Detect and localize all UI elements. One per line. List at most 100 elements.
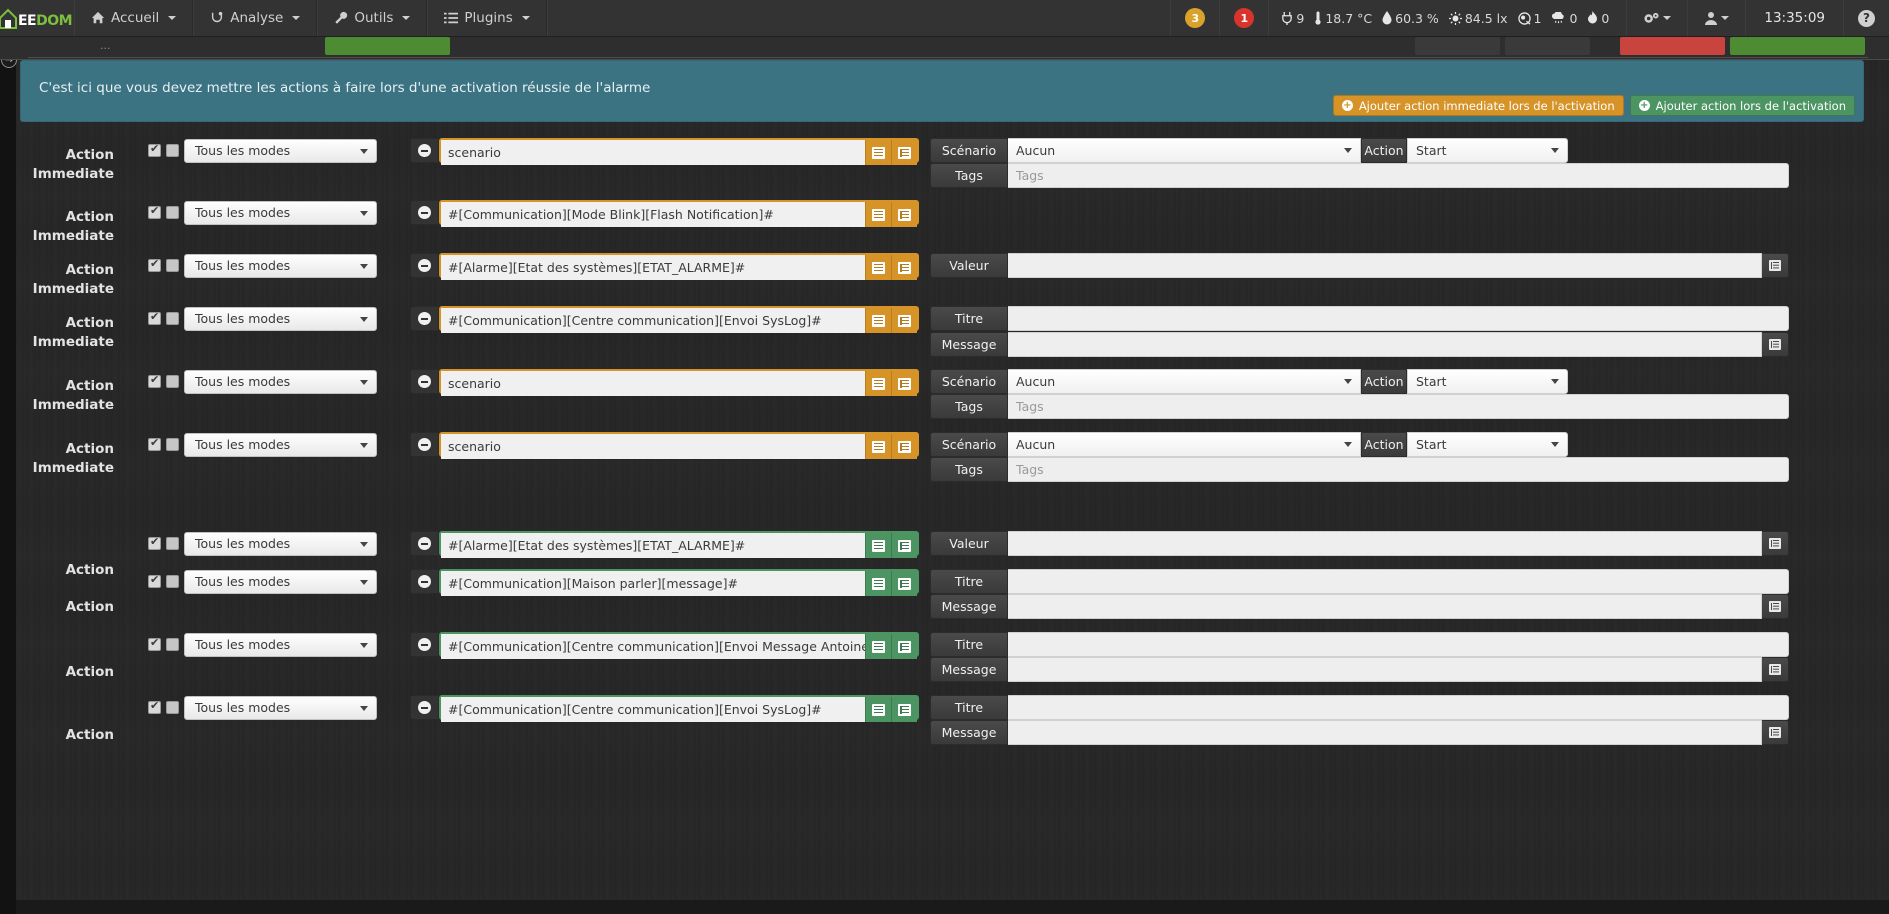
- row-enable-checkbox[interactable]: [148, 204, 161, 219]
- message-input[interactable]: [1008, 657, 1762, 682]
- row-enable-checkbox[interactable]: [148, 573, 161, 588]
- valeur-picker-button[interactable]: [1762, 531, 1789, 556]
- row-secondary-checkbox[interactable]: [166, 638, 179, 651]
- message-input[interactable]: [1008, 720, 1762, 745]
- mode-select[interactable]: Tous les modes: [184, 633, 377, 657]
- expression-list-button[interactable]: [891, 371, 917, 396]
- remove-action-button[interactable]: [410, 200, 439, 225]
- settings-menu[interactable]: [1626, 0, 1687, 36]
- scenario-select[interactable]: Aucun: [1008, 369, 1361, 394]
- expression-input[interactable]: [441, 634, 865, 659]
- expression-input[interactable]: [441, 571, 865, 596]
- scenario-select[interactable]: Aucun: [1008, 138, 1361, 163]
- row-enable-checkbox[interactable]: [148, 636, 161, 651]
- row-enable-checkbox[interactable]: [148, 142, 161, 157]
- scenario-action-button[interactable]: Action: [1361, 138, 1407, 163]
- expression-list-button[interactable]: [891, 308, 917, 333]
- message-picker-button[interactable]: [1762, 332, 1789, 357]
- remove-action-button[interactable]: [410, 569, 439, 594]
- expression-list-button[interactable]: [891, 255, 917, 280]
- row-secondary-checkbox[interactable]: [166, 312, 179, 325]
- expression-picker-button[interactable]: [865, 533, 891, 558]
- expression-input[interactable]: [441, 533, 865, 558]
- mode-select[interactable]: Tous les modes: [184, 139, 377, 163]
- scenario-action-select[interactable]: Start: [1407, 138, 1568, 163]
- toolbar-apply-button[interactable]: [1730, 37, 1865, 55]
- titre-input[interactable]: [1008, 632, 1789, 657]
- remove-action-button[interactable]: [410, 632, 439, 657]
- tags-input[interactable]: [1008, 394, 1789, 419]
- expression-input[interactable]: [441, 140, 865, 165]
- expression-picker-button[interactable]: [865, 634, 891, 659]
- error-badge[interactable]: 1: [1234, 8, 1255, 28]
- expression-list-button[interactable]: [891, 571, 917, 596]
- mode-select[interactable]: Tous les modes: [184, 307, 377, 331]
- brand-logo[interactable]: EEDOM: [0, 0, 74, 36]
- scenario-action-button[interactable]: Action: [1361, 369, 1407, 394]
- message-picker-button[interactable]: [1762, 594, 1789, 619]
- help-button[interactable]: ?: [1843, 0, 1889, 36]
- valeur-input[interactable]: [1008, 531, 1762, 556]
- valeur-input[interactable]: [1008, 253, 1762, 278]
- mode-select[interactable]: Tous les modes: [184, 201, 377, 225]
- expression-picker-button[interactable]: [865, 255, 891, 280]
- row-secondary-checkbox[interactable]: [166, 701, 179, 714]
- warning-badge-cell[interactable]: 3: [1170, 0, 1219, 36]
- expression-input[interactable]: [441, 697, 865, 722]
- row-secondary-checkbox[interactable]: [166, 438, 179, 451]
- toolbar-button-a[interactable]: [1415, 37, 1500, 55]
- row-enable-checkbox[interactable]: [148, 436, 161, 451]
- error-badge-cell[interactable]: 1: [1219, 0, 1268, 36]
- mode-select[interactable]: Tous les modes: [184, 570, 377, 594]
- remove-action-button[interactable]: [410, 306, 439, 331]
- remove-action-button[interactable]: [410, 531, 439, 556]
- expression-list-button[interactable]: [891, 634, 917, 659]
- expression-picker-button[interactable]: [865, 308, 891, 333]
- help-icon[interactable]: ?: [1858, 9, 1875, 27]
- tags-input[interactable]: [1008, 457, 1789, 482]
- row-secondary-checkbox[interactable]: [166, 144, 179, 157]
- toolbar-button-b[interactable]: [1505, 37, 1590, 55]
- row-secondary-checkbox[interactable]: [166, 575, 179, 588]
- expression-list-button[interactable]: [891, 697, 917, 722]
- row-secondary-checkbox[interactable]: [166, 537, 179, 550]
- expression-input[interactable]: [441, 371, 865, 396]
- valeur-picker-button[interactable]: [1762, 253, 1789, 278]
- expression-picker-button[interactable]: [865, 140, 891, 165]
- expression-input[interactable]: [441, 308, 865, 333]
- remove-action-button[interactable]: [410, 432, 439, 457]
- message-input[interactable]: [1008, 594, 1762, 619]
- expression-picker-button[interactable]: [865, 571, 891, 596]
- expression-input[interactable]: [441, 255, 865, 280]
- scenario-select[interactable]: Aucun: [1008, 432, 1361, 457]
- mode-select[interactable]: Tous les modes: [184, 532, 377, 556]
- toolbar-delete-button[interactable]: [1620, 37, 1725, 55]
- nav-analyse[interactable]: Analyse: [193, 0, 318, 36]
- tags-input[interactable]: [1008, 163, 1789, 188]
- toolbar-save-button[interactable]: [325, 37, 450, 55]
- mode-select[interactable]: Tous les modes: [184, 254, 377, 278]
- warning-badge[interactable]: 3: [1185, 8, 1206, 28]
- remove-action-button[interactable]: [410, 253, 439, 278]
- row-enable-checkbox[interactable]: [148, 257, 161, 272]
- expression-list-button[interactable]: [891, 202, 917, 227]
- scenario-action-select[interactable]: Start: [1407, 432, 1568, 457]
- expression-list-button[interactable]: [891, 434, 917, 459]
- expression-picker-button[interactable]: [865, 202, 891, 227]
- expression-input[interactable]: [441, 434, 865, 459]
- remove-action-button[interactable]: [410, 695, 439, 720]
- expression-list-button[interactable]: [891, 533, 917, 558]
- row-secondary-checkbox[interactable]: [166, 375, 179, 388]
- expression-list-button[interactable]: [891, 140, 917, 165]
- row-secondary-checkbox[interactable]: [166, 259, 179, 272]
- nav-plugins[interactable]: Plugins: [427, 0, 547, 36]
- user-menu[interactable]: [1687, 0, 1745, 36]
- remove-action-button[interactable]: [410, 369, 439, 394]
- row-enable-checkbox[interactable]: [148, 310, 161, 325]
- titre-input[interactable]: [1008, 569, 1789, 594]
- titre-input[interactable]: [1008, 306, 1789, 331]
- mode-select[interactable]: Tous les modes: [184, 370, 377, 394]
- nav-accueil[interactable]: Accueil: [74, 0, 194, 36]
- row-enable-checkbox[interactable]: [148, 699, 161, 714]
- scenario-action-select[interactable]: Start: [1407, 369, 1568, 394]
